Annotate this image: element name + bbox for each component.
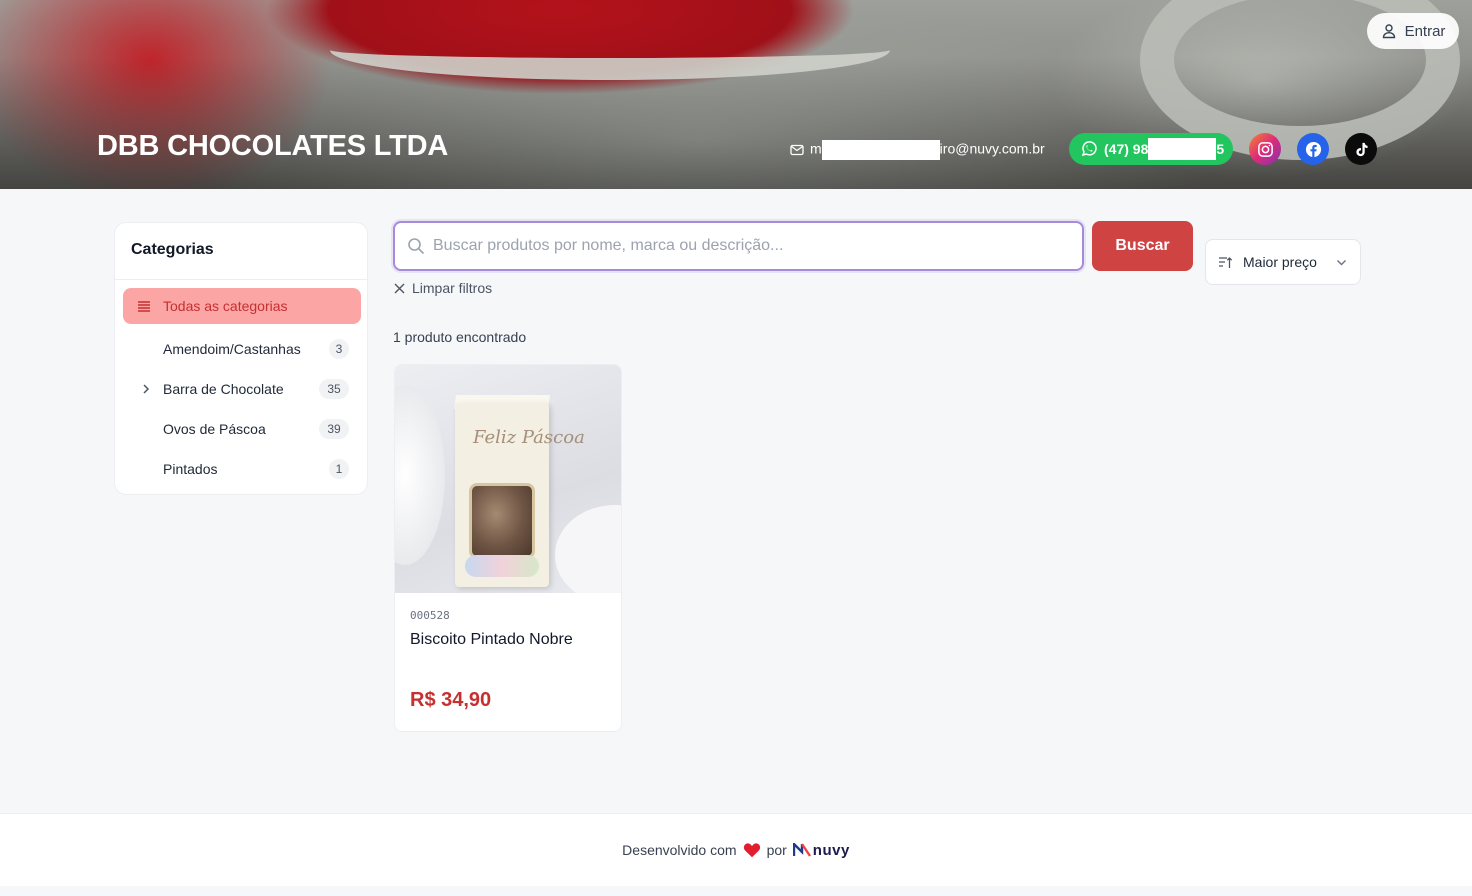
product-image-eggs bbox=[465, 555, 539, 577]
sidebar-title: Categorias bbox=[131, 241, 214, 258]
category-label: Ovos de Páscoa bbox=[163, 421, 266, 437]
sort-icon bbox=[1219, 256, 1233, 268]
category-label: Pintados bbox=[163, 461, 218, 477]
close-icon bbox=[394, 283, 405, 293]
phone-redaction bbox=[1148, 138, 1217, 160]
nuvy-logo-text: nuvy bbox=[812, 841, 850, 859]
login-label: Entrar bbox=[1404, 22, 1446, 40]
clear-filters-label: Limpar filtros bbox=[412, 280, 493, 296]
facebook-icon bbox=[1305, 141, 1321, 157]
whatsapp-suffix: 5 bbox=[1216, 141, 1225, 157]
facebook-button[interactable] bbox=[1297, 133, 1329, 165]
whatsapp-icon bbox=[1081, 141, 1097, 157]
category-count-badge: 39 bbox=[319, 419, 349, 439]
product-image-cloth bbox=[555, 505, 621, 593]
email-prefix: m bbox=[810, 140, 822, 157]
product-image-teacup bbox=[395, 385, 445, 565]
category-item-pintados[interactable]: Pintados 1 bbox=[123, 451, 361, 487]
category-item-ovos-de-pascoa[interactable]: Ovos de Páscoa 39 bbox=[123, 411, 361, 447]
sidebar-divider bbox=[115, 279, 367, 280]
search-input[interactable] bbox=[433, 223, 1073, 269]
email-redaction bbox=[821, 140, 940, 160]
nuvy-logo[interactable]: nuvy bbox=[792, 841, 850, 859]
category-all-label: Todas as categorias bbox=[163, 298, 288, 314]
banner-cup-rim bbox=[330, 20, 890, 80]
list-icon bbox=[138, 301, 150, 312]
contact-email-link[interactable]: m iro@nuvy.com.br bbox=[790, 140, 1045, 160]
category-label: Amendoim/Castanhas bbox=[163, 341, 301, 357]
product-card[interactable]: Feliz Páscoa 000528 Biscoito Pintado Nob… bbox=[394, 364, 622, 732]
instagram-button[interactable] bbox=[1249, 133, 1281, 165]
heart-icon bbox=[743, 843, 760, 858]
footer-by: por bbox=[766, 842, 787, 858]
tiktok-button[interactable] bbox=[1345, 133, 1377, 165]
login-button[interactable]: Entrar bbox=[1367, 13, 1459, 49]
category-item-barra-de-chocolate[interactable]: Barra de Chocolate 35 bbox=[123, 371, 361, 407]
sort-select[interactable]: Maior preço bbox=[1205, 239, 1361, 285]
footer-bottom-strip bbox=[0, 886, 1472, 896]
whatsapp-prefix: (47) 98 bbox=[1104, 141, 1149, 157]
result-count: 1 produto encontrado bbox=[393, 329, 527, 345]
search-button[interactable]: Buscar bbox=[1092, 221, 1193, 271]
category-item-amendoim[interactable]: Amendoim/Castanhas 3 bbox=[123, 331, 361, 367]
category-count-badge: 35 bbox=[319, 379, 349, 399]
category-all[interactable]: Todas as categorias bbox=[123, 288, 361, 324]
search-icon bbox=[408, 238, 425, 255]
instagram-icon bbox=[1257, 141, 1273, 157]
category-sidebar: Categorias Todas as categorias Amendoim/… bbox=[114, 222, 368, 495]
category-label: Barra de Chocolate bbox=[163, 381, 284, 397]
chevron-right-icon[interactable] bbox=[139, 382, 153, 396]
footer-made-with: Desenvolvido com bbox=[622, 842, 737, 858]
search-box bbox=[393, 221, 1084, 271]
clear-filters-button[interactable]: Limpar filtros bbox=[393, 280, 492, 296]
tiktok-icon bbox=[1355, 142, 1368, 156]
email-suffix: iro@nuvy.com.br bbox=[939, 140, 1045, 157]
store-name: DBB CHOCOLATES LTDA bbox=[97, 130, 449, 162]
user-icon bbox=[1382, 24, 1395, 39]
product-name[interactable]: Biscoito Pintado Nobre bbox=[410, 631, 573, 649]
nuvy-logo-icon bbox=[792, 843, 811, 857]
chevron-down-icon bbox=[1337, 260, 1346, 266]
product-code: 000528 bbox=[410, 609, 450, 622]
product-image-box-text: Feliz Páscoa bbox=[473, 427, 585, 448]
footer: Desenvolvido com por nuvy bbox=[0, 813, 1472, 886]
whatsapp-button[interactable]: (47) 98 5 bbox=[1069, 133, 1233, 165]
sort-selected-value: Maior preço bbox=[1243, 254, 1317, 270]
product-image[interactable]: Feliz Páscoa bbox=[395, 365, 621, 593]
product-image-window bbox=[469, 483, 535, 559]
category-count-badge: 3 bbox=[329, 339, 349, 359]
product-price: R$ 34,90 bbox=[410, 689, 492, 711]
mail-icon bbox=[790, 144, 804, 156]
category-count-badge: 1 bbox=[329, 459, 349, 479]
